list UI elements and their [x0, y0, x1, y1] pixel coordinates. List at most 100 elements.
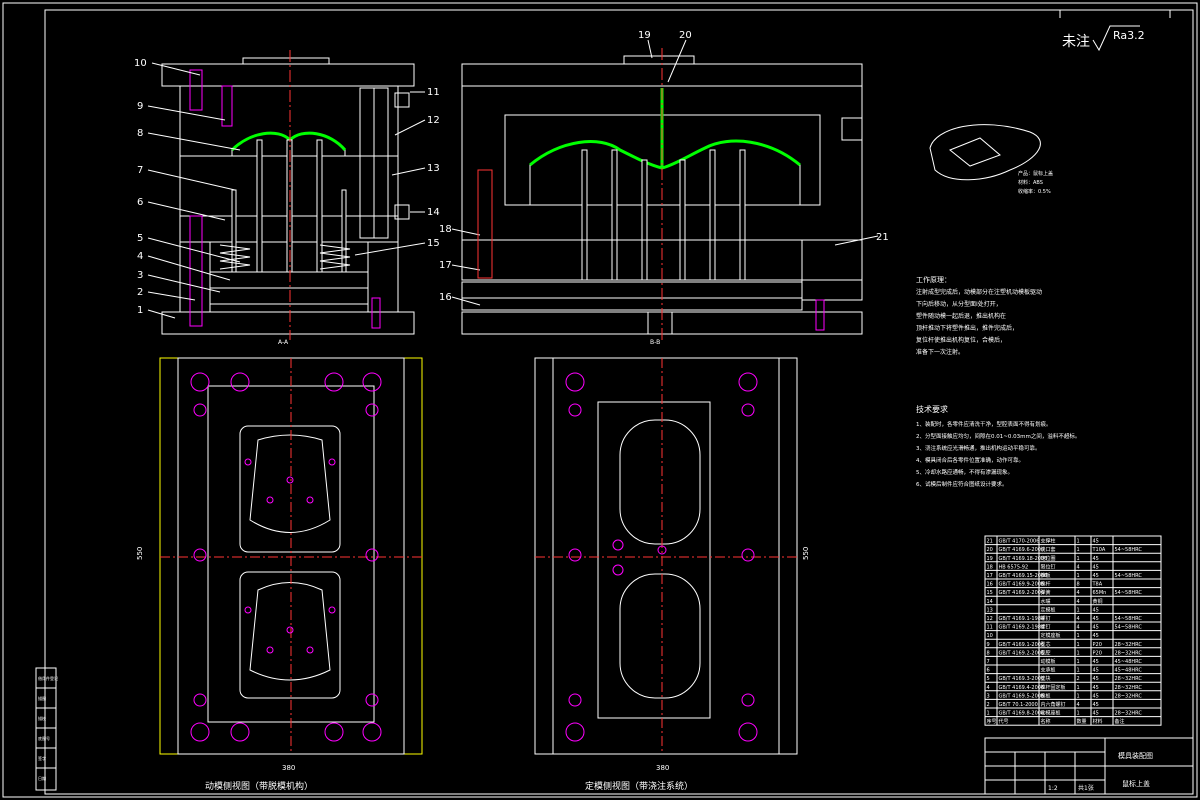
- bom-cell: 11: [987, 625, 993, 631]
- strip-label: 签字: [38, 755, 46, 761]
- bom-cell: 1: [1077, 642, 1080, 648]
- bom-cell: 45~48HRC: [1115, 668, 1143, 674]
- bom-header-cell: 材料: [1093, 718, 1103, 725]
- bom-cell: 45: [1093, 625, 1099, 631]
- left-plan-view: 550 380 动模侧视图（带脱模机构）: [136, 357, 423, 792]
- balloon-15: 15: [427, 238, 440, 249]
- bom-cell: 65Mn: [1093, 590, 1107, 596]
- principle-line: 复位杆使推出机构复位，合模后，: [916, 336, 1006, 344]
- balloon-4: 4: [137, 251, 143, 262]
- balloon-2: 2: [137, 287, 143, 298]
- bom-cell: 型芯: [1041, 641, 1051, 648]
- bom-cell: 4: [1077, 564, 1080, 570]
- bom-cell: GB/T 4169.2-1984: [999, 625, 1045, 631]
- left-section-view: [161, 50, 415, 340]
- bom-cell: 动模座板: [1041, 710, 1061, 717]
- bom-header-cell: 名称: [1041, 718, 1051, 725]
- bom-cell: GB/T 4169.3-2006: [999, 676, 1045, 682]
- bom-cell: 17: [987, 573, 993, 579]
- bom-cell: 28~32HRC: [1115, 711, 1143, 717]
- bom-cell: 螺钉: [1041, 624, 1051, 631]
- balloon-14: 14: [427, 207, 440, 218]
- bom-cell: 8: [1077, 582, 1080, 588]
- bom-header-cell: 序号: [987, 718, 997, 725]
- bom-cell: 45: [1093, 556, 1099, 562]
- balloon-17: 17: [439, 260, 452, 271]
- tech-line: 1、装配时，各零件应清洗干净，型腔表面不得有划痕。: [916, 420, 1052, 428]
- bom-cell: 6: [987, 668, 990, 674]
- bom-cell: 15: [987, 590, 993, 596]
- bom-cell: 水嘴: [1041, 598, 1051, 605]
- bom-cell: 54~58HRC: [1115, 590, 1143, 596]
- bom-cell: 1: [1077, 693, 1080, 699]
- bom-cell: 推板: [1041, 572, 1051, 579]
- bom-cell: 14: [987, 599, 993, 605]
- bom-cell: 45: [1093, 616, 1099, 622]
- bom-cell: 45: [1093, 564, 1099, 570]
- product-material: 材料：ABS: [1018, 179, 1043, 186]
- bom-cell: 1: [1077, 659, 1080, 665]
- bom-cell: 45: [1093, 668, 1099, 674]
- strip-label: 底图号: [38, 735, 50, 741]
- balloon-18: 18: [439, 224, 452, 235]
- roughness-label: 未注: [1062, 34, 1090, 50]
- bom-cell: 45: [1093, 659, 1099, 665]
- bom-cell: 4: [1077, 616, 1080, 622]
- bom-cell: 54~58HRC: [1115, 547, 1143, 553]
- bom-cell: GB/T 4169.4-2006: [999, 685, 1045, 691]
- balloon-12: 12: [427, 115, 440, 126]
- bom-cell: 28~32HRC: [1115, 685, 1143, 691]
- bom-cell: 45: [1093, 607, 1099, 613]
- left-height-dim: 550: [136, 547, 144, 560]
- bom-cell: 4: [1077, 625, 1080, 631]
- tech-line: 3、浇注系统应光滑畅通，推出机构运动平稳可靠。: [916, 444, 1041, 452]
- balloon-5: 5: [137, 233, 143, 244]
- bom-cell: GB/T 4169.8-2006: [999, 711, 1045, 717]
- strip-label: 借用件登记: [38, 675, 58, 681]
- strip-label: 描图: [38, 695, 46, 701]
- bom-cell: 2: [1077, 676, 1080, 682]
- bom-cell: 1: [1077, 539, 1080, 545]
- bill-of-materials-table: 21 GB/T 4170-2006 支撑柱 1 4520 GB/T 4169.6-2006…: [984, 535, 1162, 726]
- bom-cell: 28~32HRC: [1115, 642, 1143, 648]
- right-height-dim: 550: [802, 547, 810, 560]
- balloon-1: 1: [137, 305, 143, 316]
- bom-cell: 1: [1077, 685, 1080, 691]
- bom-cell: 限位钉: [1041, 563, 1056, 570]
- balloon-11: 11: [427, 87, 440, 98]
- bom-cell: 1: [1077, 547, 1080, 553]
- bom-cell: HB 6575-92: [999, 564, 1029, 570]
- roughness-value: Ra3.2: [1113, 29, 1145, 42]
- bom-cell: GB/T 4169.6-2006: [999, 547, 1045, 553]
- left-balloons: 10 9 8 7 6 5 4 3 2 1: [134, 58, 241, 319]
- bom-cell: 内六角螺钉: [1041, 701, 1066, 708]
- principle-line: 塑件随动模一起后退，推出机构在: [916, 312, 1006, 320]
- bom-cell: 10: [987, 633, 993, 639]
- bom-cell: 4: [987, 685, 990, 691]
- balloon-16: 16: [439, 292, 452, 303]
- bom-cell: 13: [987, 607, 993, 613]
- strip-label: 日期: [38, 775, 46, 781]
- bom-cell: 16: [987, 582, 993, 588]
- bom-cell: 4: [1077, 599, 1080, 605]
- title-product: 鼠标上盖: [1122, 779, 1150, 788]
- bom-cell: 28~32HRC: [1115, 676, 1143, 682]
- bom-cell: 2: [987, 702, 990, 708]
- left-margin-strip: 借用件登记 描图 描校 底图号 签字 日期: [35, 667, 58, 791]
- right-width-dim: 380: [656, 764, 669, 772]
- bom-cell: 45: [1093, 685, 1099, 691]
- bom-cell: 型腔: [1041, 649, 1051, 656]
- tech-line: 6、试模后制件应符合图纸设计要求。: [916, 480, 1008, 488]
- bom-cell: 螺钉: [1041, 615, 1051, 622]
- bom-cell: 20: [987, 547, 993, 553]
- balloon-8: 8: [137, 128, 143, 139]
- bom-cell: 3: [987, 693, 990, 699]
- bom-cell: 5: [987, 676, 990, 682]
- surface-roughness-note: 未注 Ra3.2: [1062, 25, 1145, 52]
- bom-cell: GB/T 4170-2006: [999, 539, 1040, 545]
- strip-label: 描校: [38, 715, 46, 721]
- bom-cell: 1: [1077, 556, 1080, 562]
- principle-line: 准备下一次注射。: [916, 348, 964, 356]
- bom-cell: 4: [1077, 590, 1080, 596]
- technical-requirements: 技术要求 1、装配时，各零件应清洗干净，型腔表面不得有划痕。 2、分型面接触应均…: [916, 404, 1080, 488]
